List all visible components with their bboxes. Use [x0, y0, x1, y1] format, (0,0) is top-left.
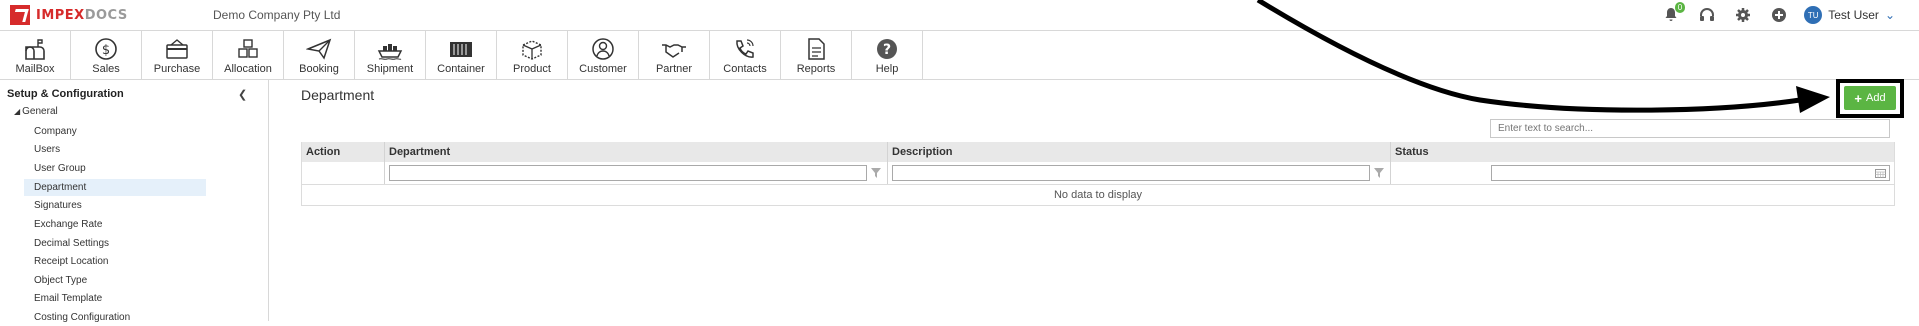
- card-icon: [166, 39, 188, 59]
- toolbar-label: Customer: [579, 63, 627, 75]
- sidebar-item-company[interactable]: Company: [24, 123, 206, 140]
- toolbar-contacts[interactable]: Contacts: [710, 31, 781, 79]
- top-icons: 0 TU Test User ⌄: [1660, 2, 1895, 26]
- column-header-action[interactable]: Action: [302, 142, 385, 162]
- toolbar-purchase[interactable]: Purchase: [142, 31, 213, 79]
- status-filter-input[interactable]: [1491, 165, 1890, 181]
- toolbar-help[interactable]: ? Help: [852, 31, 923, 79]
- top-bar: IMPEXDOCS Demo Company Pty Ltd 0 TU Test…: [0, 0, 1919, 31]
- logo-text-impex: IMPEX: [36, 7, 85, 23]
- toolbar-label: Container: [437, 63, 485, 75]
- column-header-description[interactable]: Description: [888, 142, 1391, 162]
- sidebar-group-label: General: [22, 106, 58, 117]
- box-icon: [522, 40, 542, 60]
- tree-expand-triangle-icon: ◢: [14, 107, 21, 116]
- handshake-icon: [662, 44, 686, 58]
- toolbar-label: Allocation: [224, 63, 272, 75]
- notifications-badge: 0: [1674, 2, 1686, 13]
- sidebar-item-object-type[interactable]: Object Type: [24, 272, 206, 289]
- user-name[interactable]: Test User: [1828, 8, 1879, 22]
- logo-text-docs: DOCS: [84, 7, 128, 23]
- toolbar-customer[interactable]: Customer: [568, 31, 639, 79]
- sidebar-item-costing-configuration[interactable]: Costing Configuration: [24, 309, 206, 326]
- headset-icon[interactable]: [1696, 4, 1718, 26]
- department-grid: Action Department Description Status No …: [301, 142, 1895, 206]
- chevron-down-icon[interactable]: ⌄: [1885, 8, 1895, 22]
- report-icon: [808, 38, 825, 60]
- sidebar-title: Setup & Configuration: [7, 88, 124, 100]
- search-input[interactable]: [1490, 119, 1890, 138]
- ship-icon: [377, 44, 403, 60]
- toolbar-label: Shipment: [366, 63, 414, 75]
- plus-circle-icon[interactable]: [1768, 4, 1790, 26]
- impexdocs-logo[interactable]: IMPEXDOCS: [10, 4, 128, 26]
- column-header-status[interactable]: Status: [1391, 142, 1894, 162]
- main-toolbar: MailBox $ Sales Purchase Allocation Book…: [0, 31, 1919, 80]
- toolbar-label: Purchase: [153, 63, 201, 75]
- toolbar-container[interactable]: Container: [426, 31, 497, 79]
- container-icon: [450, 42, 472, 57]
- toolbar-label: Sales: [92, 63, 120, 75]
- toolbar-label: Help: [875, 63, 899, 75]
- sidebar-item-user-group[interactable]: User Group: [24, 160, 206, 177]
- grid-header-row: Action Department Description Status: [302, 142, 1894, 162]
- help-icon: ?: [877, 39, 897, 59]
- toolbar-label: Booking: [299, 63, 339, 75]
- user-avatar[interactable]: TU: [1804, 6, 1823, 24]
- notifications-icon[interactable]: 0: [1660, 2, 1686, 26]
- empty-message: No data to display: [1053, 189, 1143, 201]
- toolbar-booking[interactable]: Booking: [284, 31, 355, 79]
- toolbar-label: Product: [513, 63, 551, 75]
- toolbar-label: Reports: [796, 63, 836, 75]
- filter-funnel-icon[interactable]: [1374, 168, 1384, 178]
- grid-filter-row: [302, 162, 1894, 185]
- svg-text:$: $: [102, 43, 110, 58]
- highlight-frame: [1836, 79, 1904, 118]
- department-filter-input[interactable]: [389, 165, 867, 181]
- person-icon: [592, 38, 614, 60]
- company-name[interactable]: Demo Company Pty Ltd: [213, 8, 340, 22]
- filter-cell-action: [302, 162, 385, 184]
- setup-sidebar: Setup & Configuration ❮ ◢ General Company…: [0, 80, 269, 323]
- paper-plane-icon: [306, 38, 332, 60]
- filter-cell-status: [1391, 162, 1894, 184]
- sidebar-item-email-template[interactable]: Email Template: [24, 290, 206, 307]
- toolbar-reports[interactable]: Reports: [781, 31, 852, 79]
- mailbox-icon: [25, 39, 45, 60]
- dollar-icon: $: [95, 38, 117, 60]
- toolbar-partner[interactable]: Partner: [639, 31, 710, 79]
- toolbar-label: MailBox: [15, 63, 55, 75]
- toolbar-label: Partner: [655, 63, 693, 75]
- calendar-icon[interactable]: [1875, 168, 1886, 178]
- boxes-icon: [238, 39, 258, 58]
- toolbar-sales[interactable]: $ Sales: [71, 31, 142, 79]
- phone-icon: [736, 39, 754, 58]
- sidebar-item-receipt-location[interactable]: Receipt Location: [24, 253, 206, 270]
- filter-cell-department: [385, 162, 888, 184]
- description-filter-input[interactable]: [892, 165, 1370, 181]
- filter-cell-description: [888, 162, 1391, 184]
- column-header-department[interactable]: Department: [385, 142, 888, 162]
- toolbar-mailbox[interactable]: MailBox: [0, 31, 71, 79]
- sidebar-item-signatures[interactable]: Signatures: [24, 197, 206, 214]
- filter-funnel-icon[interactable]: [871, 168, 881, 178]
- toolbar-label: Contacts: [723, 63, 767, 75]
- svg-text:?: ?: [883, 42, 891, 58]
- sidebar-item-users[interactable]: Users: [24, 141, 206, 158]
- collapse-chevron-left-icon[interactable]: ❮: [238, 88, 247, 101]
- toolbar-allocation[interactable]: Allocation: [213, 31, 284, 79]
- page-title: Department: [301, 87, 375, 103]
- sidebar-item-department[interactable]: Department: [24, 179, 206, 196]
- logo-mark-icon: [10, 5, 30, 25]
- sidebar-item-exchange-rate[interactable]: Exchange Rate: [24, 216, 206, 233]
- toolbar-shipment[interactable]: Shipment: [355, 31, 426, 79]
- settings-gear-icon[interactable]: [1732, 4, 1754, 26]
- sidebar-group-general[interactable]: ◢ General: [14, 106, 58, 117]
- sidebar-item-decimal-settings[interactable]: Decimal Settings: [24, 235, 206, 252]
- toolbar-product[interactable]: Product: [497, 31, 568, 79]
